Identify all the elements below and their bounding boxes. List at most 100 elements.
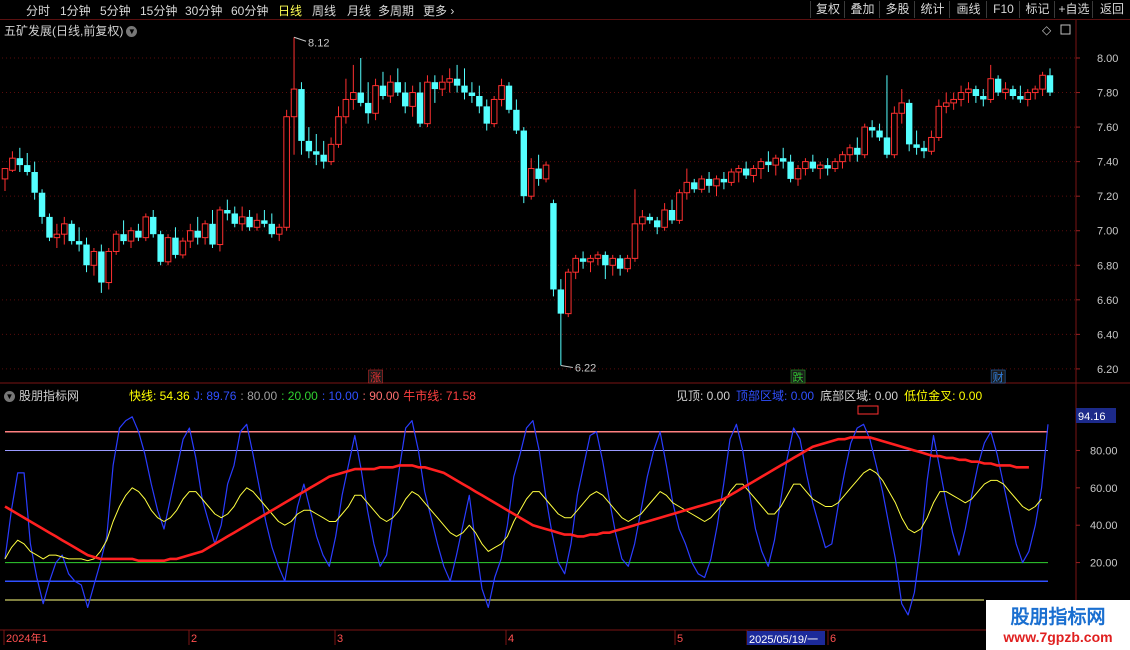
candle-body xyxy=(1002,88,1009,94)
candle-body xyxy=(150,216,157,235)
candle-body xyxy=(624,257,631,270)
candle-body xyxy=(394,82,402,93)
candle-body xyxy=(157,234,164,262)
indicator-tick-label: 20.00 xyxy=(1090,558,1118,570)
candle-body xyxy=(676,192,683,221)
candle-body xyxy=(268,223,276,235)
candle-body xyxy=(179,240,187,256)
candle-body xyxy=(320,154,327,162)
candle-body xyxy=(142,216,150,239)
candle-body xyxy=(705,178,713,186)
candle-body xyxy=(105,250,113,284)
date-axis-label: 4 xyxy=(508,633,514,645)
candle-body xyxy=(1031,88,1039,94)
window-icon xyxy=(1060,24,1071,35)
candle-body xyxy=(38,192,46,217)
bull-market-line xyxy=(4,436,1029,562)
candle-body xyxy=(713,178,720,187)
candle-body xyxy=(616,258,624,269)
candle-body xyxy=(224,210,231,214)
candle-body xyxy=(24,165,31,172)
j-line xyxy=(4,416,1049,616)
event-marker-label: 财 xyxy=(993,370,1004,384)
candle-body xyxy=(839,154,846,163)
candle-body xyxy=(661,209,668,228)
watermark-url: www.7gpzb.com xyxy=(1003,629,1113,645)
candle-body xyxy=(172,237,179,255)
signal-box xyxy=(857,405,879,415)
date-axis-label: 3 xyxy=(337,633,343,645)
candle-body xyxy=(98,251,105,283)
low-pointer xyxy=(560,364,573,368)
diamond-icon: ◇ xyxy=(1042,23,1052,37)
event-marker-label: 涨 xyxy=(370,371,381,384)
candle-body xyxy=(846,147,854,156)
candle-body xyxy=(683,181,691,194)
price-tick-label: 7.20 xyxy=(1097,191,1118,203)
candle-body xyxy=(965,88,972,94)
candle-body xyxy=(342,98,350,118)
candle-body xyxy=(409,92,416,107)
candle-body xyxy=(802,161,809,170)
candle-body xyxy=(579,258,587,262)
candle-body xyxy=(942,102,950,107)
candle-body xyxy=(772,157,780,166)
candle-body xyxy=(787,161,794,179)
candle-body xyxy=(438,81,446,90)
candle-body xyxy=(416,92,424,124)
candle-body xyxy=(928,136,935,152)
candle-body xyxy=(364,102,372,114)
candle-body xyxy=(794,168,802,180)
candle-body xyxy=(935,105,943,138)
candle-body xyxy=(483,106,490,124)
candle-body xyxy=(920,147,928,152)
low-price-label: 6.22 xyxy=(575,362,596,374)
candle-body xyxy=(298,89,305,141)
price-tick-label: 6.80 xyxy=(1097,260,1118,272)
candle-body xyxy=(290,88,298,118)
candle-body xyxy=(90,250,98,266)
candle-body xyxy=(453,78,461,86)
candle-body xyxy=(535,168,542,179)
candle-body xyxy=(876,130,883,138)
candle-body xyxy=(742,168,750,176)
candle-body xyxy=(905,102,913,145)
indicator-tick-label: 80.00 xyxy=(1090,445,1118,457)
candle-body xyxy=(402,92,409,107)
candle-body xyxy=(275,226,283,235)
candle-body xyxy=(246,216,253,228)
candle-body xyxy=(868,127,876,131)
candle-body xyxy=(720,178,728,183)
candle-body xyxy=(446,78,453,83)
candle-body xyxy=(1,168,9,180)
event-marker-label: 跌 xyxy=(793,370,804,384)
candle-body xyxy=(431,82,439,90)
candle-body xyxy=(513,109,520,131)
candle-body xyxy=(646,216,653,221)
candle-body xyxy=(60,223,68,235)
candle-body xyxy=(779,158,787,162)
candle-body xyxy=(816,164,824,170)
candle-body xyxy=(980,96,987,100)
candle-body xyxy=(261,220,268,224)
candle-body xyxy=(461,85,468,93)
current-value-label: 94.16 xyxy=(1078,411,1106,423)
candle-body xyxy=(550,203,557,290)
candle-body xyxy=(668,210,676,221)
candle-body xyxy=(186,230,194,242)
candle-body xyxy=(468,92,476,96)
candle-body xyxy=(75,241,83,245)
candle-body xyxy=(757,161,765,170)
chart-canvas[interactable]: 8.00 7.80 7.60 7.40 7.20 7.00 6.80 6.60 6.40 6.20… xyxy=(0,0,1130,650)
candle-body xyxy=(913,144,920,148)
candle-body xyxy=(861,126,869,156)
price-tick-label: 7.00 xyxy=(1097,226,1118,238)
candle-body xyxy=(594,254,602,259)
candle-body xyxy=(120,234,127,242)
crosshair-date-label: 2025/05/19/一 xyxy=(749,634,818,646)
price-tick-label: 6.40 xyxy=(1097,329,1118,341)
candle-body xyxy=(972,89,980,96)
price-tick-label: 8.00 xyxy=(1097,53,1118,65)
candle-body xyxy=(9,157,16,171)
candle-body xyxy=(691,182,698,190)
